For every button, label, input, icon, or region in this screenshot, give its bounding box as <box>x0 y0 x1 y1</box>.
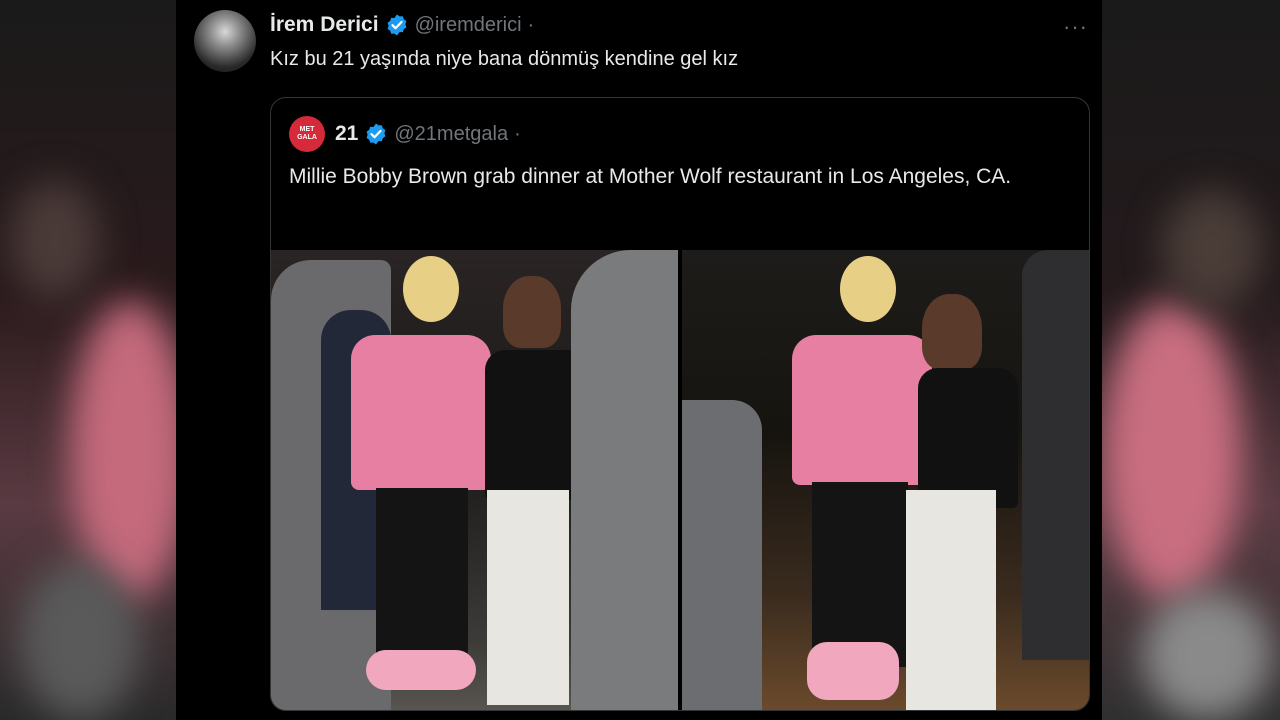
quoted-header-separator: · <box>514 122 521 145</box>
quoted-author-handle[interactable]: @21metgala <box>394 123 508 146</box>
second-person-head <box>503 276 561 348</box>
pink-slippers <box>807 642 899 700</box>
person-head <box>840 256 896 322</box>
white-pants <box>906 490 996 710</box>
more-options-icon[interactable]: ··· <box>1063 14 1088 40</box>
photo-1[interactable] <box>271 250 678 710</box>
blurred-background-right <box>1102 0 1280 720</box>
blurred-background-left <box>0 0 176 720</box>
person-head <box>403 256 459 322</box>
author-name[interactable]: İrem Derici <box>270 13 379 37</box>
pink-top <box>792 335 932 485</box>
photo-2[interactable] <box>682 250 1089 710</box>
quoted-author-avatar[interactable]: MET GALA <box>289 116 325 152</box>
black-top <box>918 368 1018 508</box>
white-pants <box>487 490 569 705</box>
pink-slippers <box>366 650 476 690</box>
quoted-tweet-header: MET GALA 21 @21metgala · <box>289 116 521 152</box>
black-pants <box>812 482 908 667</box>
author-avatar[interactable] <box>194 10 256 72</box>
second-person-head <box>922 294 982 370</box>
tweet-header: İrem Derici @iremderici · <box>270 10 534 40</box>
verified-badge-icon <box>366 123 386 145</box>
header-separator: · <box>527 13 535 36</box>
quoted-author-name[interactable]: 21 <box>335 122 358 146</box>
foreground-figure <box>571 250 678 710</box>
quoted-tweet-text: Millie Bobby Brown grab dinner at Mother… <box>289 165 1012 188</box>
tweet-text: Kız bu 21 yaşında niye bana dönmüş kendi… <box>270 48 739 70</box>
black-pants <box>376 488 468 668</box>
foreground-figure <box>682 400 762 710</box>
pink-top <box>351 335 491 490</box>
verified-badge-icon <box>387 14 406 36</box>
photo-grid <box>271 250 1089 710</box>
author-handle[interactable]: @iremderici <box>415 14 522 37</box>
background-person <box>1022 250 1089 660</box>
tweet-card[interactable]: İrem Derici @iremderici · ··· Kız bu 21 … <box>176 0 1102 720</box>
quoted-tweet[interactable]: MET GALA 21 @21metgala · Millie Bobby Br… <box>270 97 1090 711</box>
